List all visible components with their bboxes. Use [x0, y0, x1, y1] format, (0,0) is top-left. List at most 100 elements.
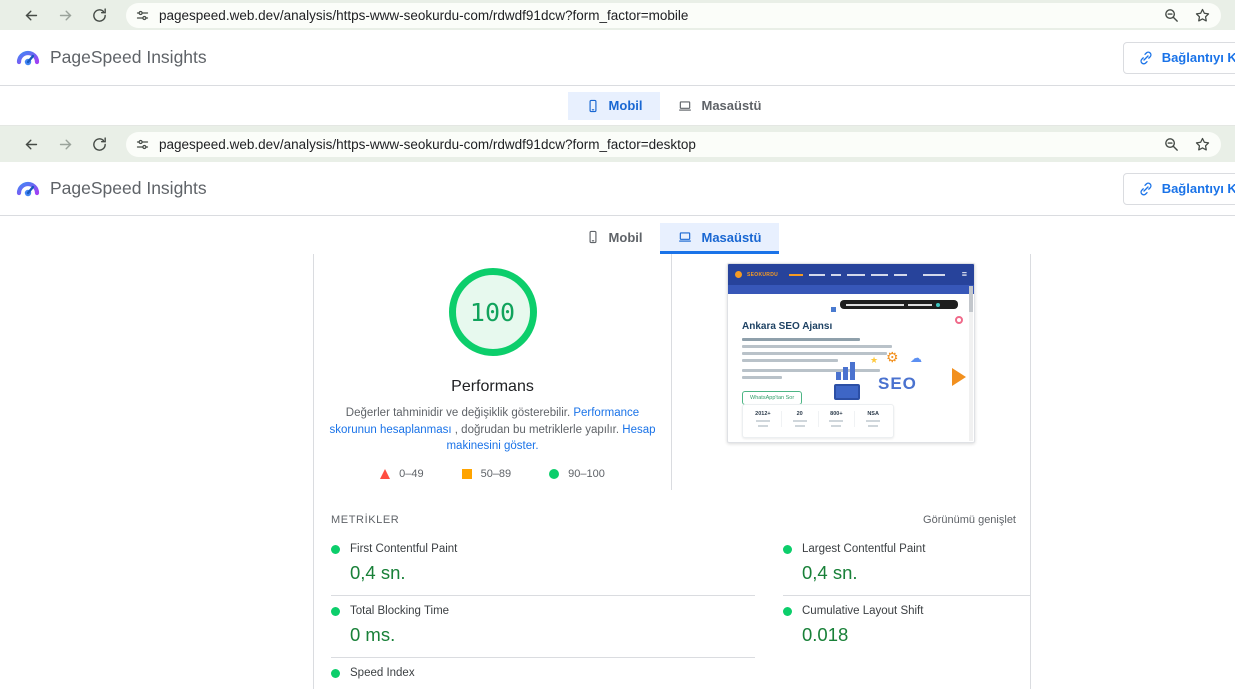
app-title: PageSpeed Insights	[50, 178, 207, 199]
thumb-scrollbar	[969, 286, 973, 441]
arrow-shape	[952, 368, 966, 386]
metric-label: Cumulative Layout Shift	[802, 605, 923, 617]
url-text[interactable]: pagespeed.web.dev/analysis/https-www-seo…	[159, 137, 1149, 152]
tab-desktop-label: Masaüstü	[701, 98, 761, 113]
pagespeed-logo-icon	[16, 46, 40, 70]
performance-score-value: 100	[470, 298, 515, 327]
thumb-whatsapp-button: WhatsApp'tan Sor	[742, 391, 802, 405]
performance-score-gauge[interactable]: 100	[449, 268, 537, 356]
app-title: PageSpeed Insights	[50, 47, 207, 68]
thumb-site-brand: SEOKURDU	[747, 272, 778, 278]
report-content: 100 Performans Değerler tahminidir ve de…	[0, 254, 1235, 689]
thumb-nav-placeholder	[789, 274, 957, 276]
pagespeed-logo-icon	[16, 177, 40, 201]
back-icon[interactable]	[14, 136, 48, 153]
metrics-grid: First Contentful Paint 0,4 sn. Largest C…	[314, 534, 1030, 689]
thumb-chat-widget-icon	[955, 316, 963, 324]
app-header: PageSpeed Insights Bağlantıyı Kopyala	[0, 30, 1235, 86]
legend-item-poor: 0–49	[380, 468, 423, 480]
expand-view-link[interactable]: Görünümü genişlet	[923, 514, 1016, 526]
thumb-hero-strip	[728, 285, 974, 294]
metric-value: 0.018	[802, 624, 1030, 646]
screenshot-column: SEOKURDU ≡ Ankara SEO Ajansı	[672, 254, 1030, 490]
forward-icon[interactable]	[48, 7, 82, 24]
zoom-out-icon[interactable]	[1163, 136, 1180, 153]
tab-desktop[interactable]: Masaüstü	[660, 223, 779, 254]
red-triangle-icon	[380, 469, 390, 479]
metric-speed-index: Speed Index 1,0 sn.	[331, 658, 755, 689]
bookmark-star-icon[interactable]	[1194, 136, 1211, 153]
chart-bars-icon	[836, 362, 855, 380]
device-tab-strip: Mobil Masaüstü	[0, 216, 1235, 254]
disclaimer-text: Değerler tahminidir ve değişiklik göster…	[346, 407, 574, 419]
legend-range-poor: 0–49	[399, 468, 423, 480]
green-circle-icon	[549, 469, 559, 479]
metric-fcp: First Contentful Paint 0,4 sn.	[331, 534, 755, 596]
score-disclaimer: Değerler tahminidir ve değişiklik göster…	[322, 405, 664, 455]
copy-link-button[interactable]: Bağlantıyı Kopyala	[1123, 173, 1235, 205]
report-panel: 100 Performans Değerler tahminidir ve de…	[313, 254, 1031, 689]
device-tab-strip: Mobil Masaüstü	[0, 86, 1235, 126]
metric-lcp: Largest Contentful Paint 0,4 sn.	[783, 534, 1030, 596]
disclaimer-text: , doğrudan bu metriklerle yapılır.	[452, 424, 623, 436]
thumb-stat: 2012+	[745, 411, 782, 427]
legend-range-good: 90–100	[568, 468, 605, 480]
legend-item-good: 90–100	[549, 468, 605, 480]
metrics-header-row: METRİKLER Görünümü genişlet	[314, 490, 1030, 534]
app-header: PageSpeed Insights Bağlantıyı Kopyala	[0, 162, 1235, 216]
thumb-stat: 800+	[819, 411, 856, 427]
good-dot-icon	[783, 545, 792, 554]
zoom-out-icon[interactable]	[1163, 7, 1180, 24]
metric-value: 0 ms.	[350, 624, 755, 646]
seo-word: SEO	[878, 374, 917, 394]
browser-window-mobile: pagespeed.web.dev/analysis/https-www-seo…	[0, 0, 1235, 126]
metric-label: First Contentful Paint	[350, 543, 457, 555]
browser-toolbar: pagespeed.web.dev/analysis/https-www-seo…	[0, 0, 1235, 30]
score-category-label: Performans	[314, 378, 671, 396]
site-settings-icon[interactable]	[135, 137, 150, 152]
monitor-shape	[834, 384, 860, 400]
forward-icon[interactable]	[48, 136, 82, 153]
laptop-icon	[678, 230, 692, 244]
browser-toolbar: pagespeed.web.dev/analysis/https-www-seo…	[0, 126, 1235, 162]
star-icon: ★	[870, 356, 878, 365]
tab-mobile-label: Mobil	[609, 230, 643, 245]
address-bar[interactable]: pagespeed.web.dev/analysis/https-www-seo…	[126, 3, 1221, 28]
reload-icon[interactable]	[82, 136, 116, 153]
thumb-badge-placeholder	[840, 300, 958, 309]
orange-square-icon	[462, 469, 472, 479]
good-dot-icon	[331, 545, 340, 554]
reload-icon[interactable]	[82, 7, 116, 24]
page-screenshot-thumbnail[interactable]: SEOKURDU ≡ Ankara SEO Ajansı	[727, 263, 975, 443]
tab-desktop-label: Masaüstü	[701, 230, 761, 245]
legend-item-average: 50–89	[462, 468, 512, 480]
gear-icon: ⚙	[886, 350, 899, 364]
tab-mobile-label: Mobil	[609, 98, 643, 113]
thumb-decor-dot	[831, 307, 836, 312]
thumb-site-header: SEOKURDU ≡	[728, 264, 974, 285]
back-icon[interactable]	[14, 7, 48, 24]
score-column: 100 Performans Değerler tahminidir ve de…	[314, 254, 672, 490]
score-legend: 0–49 50–89 90–100	[314, 468, 671, 480]
tab-desktop[interactable]: Masaüstü	[660, 92, 779, 120]
copy-link-button[interactable]: Bağlantıyı Kopyala	[1123, 42, 1235, 74]
tab-mobile[interactable]: Mobil	[568, 92, 661, 120]
good-dot-icon	[331, 607, 340, 616]
bookmark-star-icon[interactable]	[1194, 7, 1211, 24]
thumb-menu-icon: ≡	[962, 270, 967, 279]
good-dot-icon	[331, 669, 340, 678]
laptop-icon	[678, 99, 692, 113]
thumb-stat: NSA	[855, 411, 891, 427]
address-bar[interactable]: pagespeed.web.dev/analysis/https-www-seo…	[126, 132, 1221, 157]
thumb-stats-row: 2012+ 20 800+ NSA	[742, 404, 894, 438]
metric-label: Largest Contentful Paint	[802, 543, 925, 555]
metric-value: 0,4 sn.	[350, 562, 755, 584]
thumb-stat: 20	[782, 411, 819, 427]
site-settings-icon[interactable]	[135, 8, 150, 23]
url-text[interactable]: pagespeed.web.dev/analysis/https-www-seo…	[159, 8, 1149, 23]
good-dot-icon	[783, 607, 792, 616]
tab-mobile[interactable]: Mobil	[568, 223, 661, 254]
phone-icon	[586, 99, 600, 113]
thumb-site-logo-icon	[735, 271, 742, 278]
metric-tbt: Total Blocking Time 0 ms.	[331, 596, 755, 658]
